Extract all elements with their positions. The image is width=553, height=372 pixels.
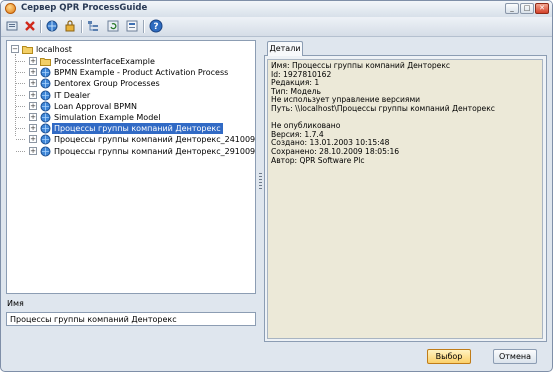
tree-item[interactable]: + BPMN Example - Product Activation Proce… — [7, 67, 255, 78]
new-icon[interactable] — [5, 19, 19, 33]
model-icon — [40, 78, 51, 89]
tree-item-label: Процессы группы компаний Денторекс — [52, 123, 223, 135]
model-icon — [40, 112, 51, 123]
model-icon — [40, 134, 51, 145]
tree-item-label: BPMN Example - Product Activation Proces… — [54, 68, 229, 78]
collapse-icon[interactable]: − — [11, 45, 19, 53]
tree-item-label: IT Dealer — [54, 90, 91, 100]
tree-item[interactable]: + Simulation Example Model — [7, 112, 255, 123]
tree-icon[interactable] — [86, 19, 100, 33]
expand-icon[interactable]: + — [29, 146, 37, 155]
expand-icon[interactable]: + — [29, 124, 37, 133]
folder-icon — [22, 44, 33, 55]
tree-item-label: Simulation Example Model — [54, 113, 161, 122]
tree-item[interactable]: + IT Dealer — [7, 90, 255, 101]
tree-item-label: Процессы группы компаний Денторекс_24100… — [54, 135, 256, 145]
detail-line: Путь: \\localhost\Процессы группы компан… — [271, 103, 495, 113]
tree-item-label: ProcessInterfaceExample — [54, 57, 155, 66]
tree-item[interactable]: + Процессы группы компаний Денторекс_2410… — [7, 134, 255, 145]
detail-line: Автор: QPR Software Plc — [271, 155, 365, 165]
expand-icon[interactable]: + — [29, 101, 37, 110]
model-icon — [40, 146, 51, 157]
folder-icon — [40, 56, 51, 67]
title-bar[interactable]: Сервер QPR ProcessGuide _ □ ✕ — [1, 1, 552, 17]
toolbar-separator — [40, 20, 41, 33]
model-icon — [40, 90, 51, 101]
model-icon — [40, 101, 51, 112]
server-tree[interactable]: − localhost + ProcessInterfaceExample + BPM… — [6, 40, 256, 294]
svg-text:?: ? — [153, 22, 158, 32]
tree-item[interactable]: + Loan Approval BPMN — [7, 101, 255, 112]
expand-icon[interactable]: + — [29, 68, 37, 77]
tab-details[interactable]: Детали — [267, 41, 303, 56]
tree-item[interactable]: + Процессы группы компаний Денторекс — [7, 123, 255, 135]
name-label: Имя — [7, 299, 24, 308]
model-icon — [40, 123, 51, 134]
connect-icon[interactable] — [45, 19, 59, 33]
select-button[interactable]: Выбор — [427, 349, 471, 364]
tree-item-label: Процессы группы компаний Денторекс_29100… — [54, 146, 256, 156]
expand-icon[interactable]: + — [29, 79, 37, 88]
tree-root-label: localhost — [36, 45, 72, 54]
tree-item-label: Dentorex Group Processes — [54, 79, 160, 89]
tree-root-localhost[interactable]: − localhost — [7, 44, 255, 55]
toolbar-separator — [81, 20, 82, 33]
dialog-window: Сервер QPR ProcessGuide _ □ ✕ ? − localh… — [0, 0, 553, 372]
refresh-icon[interactable] — [106, 19, 120, 33]
lock-icon[interactable] — [63, 19, 77, 33]
toolbar-separator — [143, 20, 144, 33]
model-icon — [40, 67, 51, 78]
expand-icon[interactable]: + — [29, 113, 37, 121]
help-icon[interactable]: ? — [149, 19, 163, 33]
tree-item[interactable]: + Процессы группы компаний Денторекс_2910… — [7, 146, 255, 157]
tree-item[interactable]: + Dentorex Group Processes — [7, 78, 255, 89]
tree-item-label: Loan Approval BPMN — [54, 101, 137, 111]
tree-item[interactable]: + ProcessInterfaceExample — [7, 56, 255, 67]
splitter-handle[interactable] — [259, 173, 262, 191]
close-button[interactable]: ✕ — [535, 3, 549, 14]
expand-icon[interactable]: + — [29, 90, 37, 99]
name-field[interactable] — [6, 312, 256, 326]
window-title: Сервер QPR ProcessGuide — [21, 3, 148, 13]
delete-icon[interactable] — [23, 19, 37, 33]
properties-icon[interactable] — [125, 19, 139, 33]
minimize-button[interactable]: _ — [505, 3, 519, 14]
maximize-button[interactable]: □ — [520, 3, 534, 14]
details-text: Имя: Процессы группы компаний Денторекс I… — [267, 59, 543, 339]
toolbar: ? — [1, 17, 552, 37]
expand-icon[interactable]: + — [29, 135, 37, 144]
app-icon — [5, 3, 16, 14]
expand-icon[interactable]: + — [29, 57, 37, 65]
cancel-button[interactable]: Отмена — [493, 349, 537, 364]
